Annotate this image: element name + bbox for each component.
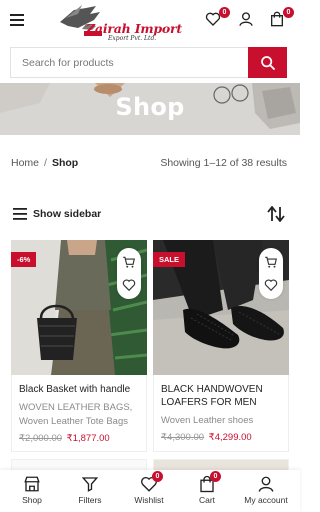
add-to-wishlist-icon[interactable] (264, 278, 278, 292)
menu-icon[interactable] (10, 14, 24, 26)
search-icon (261, 56, 275, 70)
wishlist-count-badge: 0 (219, 7, 230, 18)
cart-count-badge: 0 (283, 7, 294, 18)
product-actions (117, 248, 141, 299)
user-icon (258, 476, 274, 492)
product-price: ₹2,000.00 ₹1,877.00 (19, 433, 146, 444)
brand-name: Zairah Import (86, 21, 183, 36)
site-header: Zairah Import Export Pvt. Ltd. 0 0 (0, 0, 300, 44)
account-button[interactable] (238, 11, 258, 31)
nav-cart-badge: 0 (210, 471, 221, 482)
site-logo[interactable]: Zairah Import Export Pvt. Ltd. (56, 2, 196, 42)
search-form (10, 47, 287, 78)
breadcrumb-current: Shop (51, 157, 79, 169)
product-sale-price: ₹4,299.00 (208, 432, 252, 443)
product-card[interactable]: -6% Black Basket with handle WOVEN LEATH… (11, 240, 147, 452)
filter-icon (81, 477, 99, 492)
breadcrumb-home-link[interactable]: Home (11, 157, 39, 169)
breadcrumb-separator: / (44, 157, 47, 169)
page-title: Shop (115, 93, 185, 121)
add-to-cart-icon[interactable] (122, 255, 136, 269)
add-to-wishlist-icon[interactable] (122, 278, 136, 292)
nav-account-label: My account (244, 495, 288, 505)
product-card[interactable]: SALE BLACK HANDWOVEN LOAFERS FOR MEN Wov… (153, 240, 289, 452)
product-title[interactable]: BLACK HANDWOVEN LOAFERS FOR MEN (161, 383, 288, 409)
add-to-cart-icon[interactable] (264, 255, 278, 269)
brand-subtitle: Export Pvt. Ltd. (108, 35, 157, 42)
product-actions (259, 248, 283, 299)
nav-cart-icon-wrap: 0 (198, 471, 221, 493)
search-input[interactable] (11, 48, 249, 77)
sort-arrows-icon (267, 205, 285, 223)
product-title[interactable]: Black Basket with handle (19, 383, 146, 396)
nav-account[interactable]: My account (236, 475, 296, 505)
nav-wishlist[interactable]: 0 Wishlist (119, 471, 179, 505)
product-old-price: ₹4,300.00 (161, 432, 205, 443)
user-icon (239, 12, 253, 26)
hamburger-icon (13, 208, 27, 220)
nav-shop-label: Shop (22, 495, 42, 505)
sort-button[interactable] (267, 205, 285, 223)
wishlist-button[interactable]: 0 (205, 7, 230, 31)
page-banner: Shop (0, 83, 300, 135)
nav-filters-label: Filters (78, 495, 102, 505)
sale-badge: SALE (153, 252, 186, 267)
show-sidebar-button[interactable]: Show sidebar (13, 207, 101, 221)
nav-filters[interactable]: Filters (60, 475, 120, 505)
product-image[interactable]: SALE (153, 240, 289, 375)
nav-wishlist-badge: 0 (152, 471, 163, 482)
result-count: Showing 1–12 of 38 results (160, 157, 287, 169)
product-old-price: ₹2,000.00 (19, 433, 63, 444)
nav-shop[interactable]: Shop (2, 475, 62, 505)
product-categories[interactable]: Woven Leather shoes (161, 414, 288, 428)
show-sidebar-label: Show sidebar (33, 208, 102, 220)
product-info: Black Basket with handle WOVEN LEATHER B… (11, 375, 147, 452)
product-price: ₹4,300.00 ₹4,299.00 (161, 432, 288, 443)
nav-cart-label: Cart (198, 495, 216, 505)
search-button[interactable] (248, 47, 287, 78)
product-sale-price: ₹1,877.00 (66, 433, 110, 444)
product-image[interactable]: -6% (11, 240, 147, 375)
product-categories[interactable]: WOVEN LEATHER BAGS, Woven Leather Tote B… (19, 401, 146, 429)
nav-wishlist-label: Wishlist (134, 495, 164, 505)
product-info: BLACK HANDWOVEN LOAFERS FOR MEN Woven Le… (153, 375, 289, 452)
store-icon (24, 476, 40, 492)
breadcrumb: Home / Shop (11, 157, 78, 169)
nav-cart[interactable]: 0 Cart (177, 471, 237, 505)
nav-wishlist-icon-wrap: 0 (140, 471, 163, 493)
cart-button[interactable]: 0 (269, 7, 294, 31)
discount-badge: -6% (11, 252, 37, 267)
bottom-navigation: Shop Filters 0 Wishlist 0 Cart My accoun… (0, 470, 300, 512)
